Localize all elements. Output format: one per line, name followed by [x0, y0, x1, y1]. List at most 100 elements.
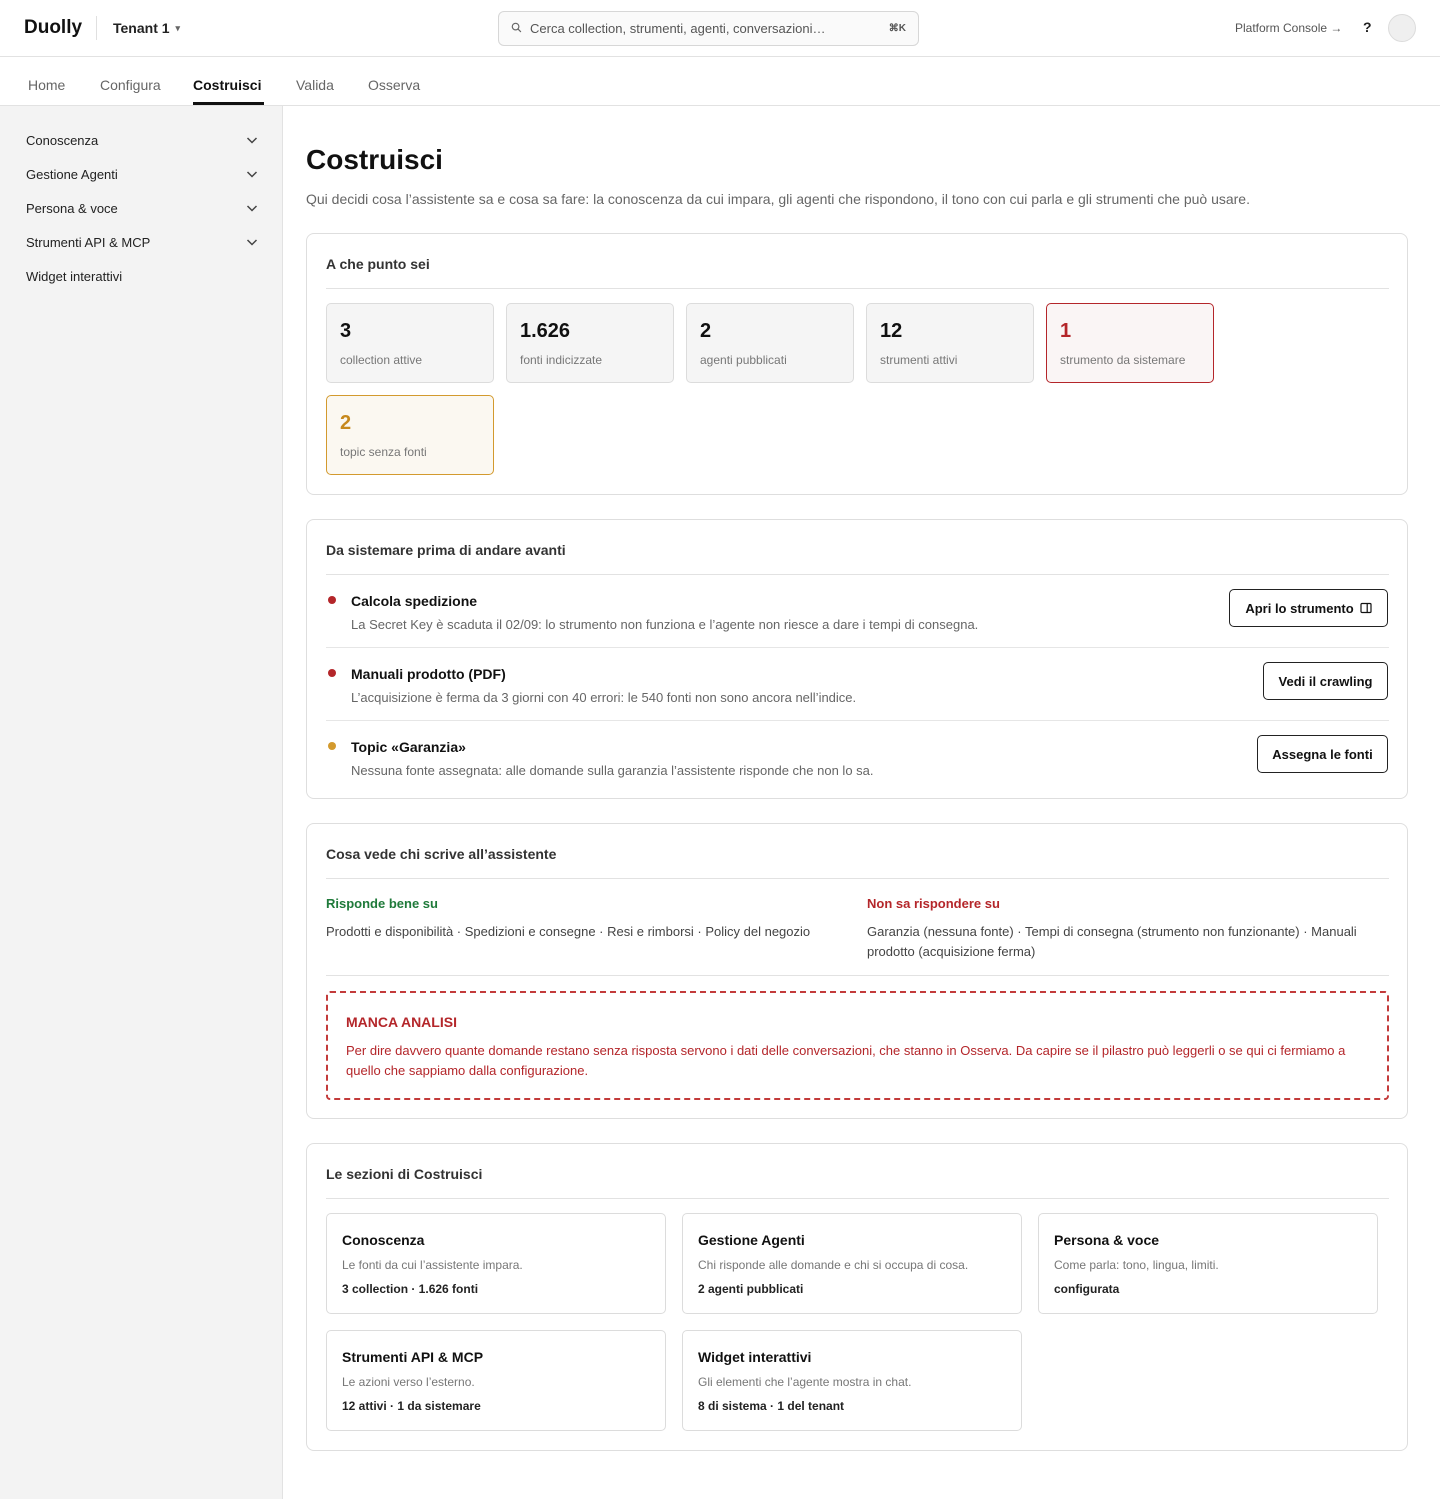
- stat-label: strumento da sistemare: [1060, 353, 1186, 367]
- main-tabs: Home Configura Costruisci Valida Osserva: [0, 57, 1440, 106]
- stat-collection: 3 collection attive: [326, 303, 494, 383]
- section-meta: 3 collection · 1.626 fonti: [342, 1282, 479, 1296]
- stat-label: strumenti attivi: [880, 353, 958, 367]
- stat-value: 3: [340, 320, 352, 342]
- stat-label: collection attive: [340, 353, 423, 367]
- search-shortcut: ⌘K: [888, 23, 906, 34]
- sidebar-item-persona-voce[interactable]: Persona & voce: [26, 197, 258, 219]
- severity-dot-red: [328, 596, 336, 604]
- sections-card: Le sezioni di Costruisci Conoscenza Le f…: [306, 1143, 1408, 1451]
- avatar[interactable]: [1388, 14, 1416, 42]
- section-desc: Gli elementi che l’agente mostra in chat…: [698, 1375, 912, 1389]
- bad-coverage-text: Garanzia (nessuna fonte) · Tempi di cons…: [867, 924, 1357, 959]
- stat-label: agenti pubblicati: [700, 353, 787, 367]
- card-title: Cosa vede chi scrive all’assistente: [326, 846, 557, 862]
- coverage-card: Cosa vede chi scrive all’assistente Risp…: [306, 823, 1408, 1119]
- sidebar-item-label: Widget interattivi: [26, 268, 123, 284]
- section-title: Gestione Agenti: [698, 1232, 805, 1248]
- side-panel-icon: [1360, 602, 1372, 614]
- chevron-down-icon: [246, 239, 258, 246]
- section-title: Conoscenza: [342, 1232, 425, 1248]
- button-label: Apri lo strumento: [1245, 600, 1354, 616]
- good-coverage-text: Prodotti e disponibilità · Spedizioni e …: [326, 924, 811, 939]
- search-icon: [511, 22, 522, 36]
- view-crawling-button[interactable]: Vedi il crawling: [1263, 662, 1388, 700]
- card-title: Le sezioni di Costruisci: [326, 1166, 483, 1182]
- section-desc: Le fonti da cui l’assistente impara.: [342, 1258, 523, 1272]
- status-card: A che punto sei 3 collection attive 1.62…: [306, 233, 1408, 495]
- section-desc: Come parla: tono, lingua, limiti.: [1054, 1258, 1219, 1272]
- assign-sources-button[interactable]: Assegna le fonti: [1257, 735, 1388, 773]
- section-conoscenza[interactable]: Conoscenza Le fonti da cui l’assistente …: [326, 1213, 666, 1314]
- stat-value: 12: [880, 320, 903, 342]
- section-widget[interactable]: Widget interattivi Gli elementi che l’ag…: [682, 1330, 1022, 1431]
- section-title: Widget interattivi: [698, 1349, 812, 1365]
- chevron-down-icon: ▾: [175, 22, 181, 33]
- tab-costruisci[interactable]: Costruisci: [193, 77, 261, 93]
- active-tab-indicator: [193, 102, 264, 105]
- section-desc: Chi risponde alle domande e chi si occup…: [698, 1258, 969, 1272]
- issues-card: Da sistemare prima di andare avanti Calc…: [306, 519, 1408, 799]
- tab-home[interactable]: Home: [28, 77, 65, 93]
- sidebar-item-gestione-agenti[interactable]: Gestione Agenti: [26, 163, 258, 185]
- page-title: Costruisci: [306, 144, 443, 175]
- top-bar: Duolly Tenant 1 ▾ ⌘K Platform Console → …: [0, 0, 1440, 57]
- stat-agenti: 2 agenti pubblicati: [686, 303, 854, 383]
- section-meta: 2 agenti pubblicati: [698, 1282, 804, 1296]
- sidebar-item-label: Strumenti API & MCP: [26, 234, 151, 250]
- divider: [326, 878, 1389, 879]
- tab-valida[interactable]: Valida: [296, 77, 334, 93]
- page-subtitle: Qui decidi cosa l’assistente sa e cosa s…: [306, 191, 1250, 207]
- card-title: Da sistemare prima di andare avanti: [326, 542, 566, 558]
- section-meta: 12 attivi · 1 da sistemare: [342, 1399, 481, 1413]
- divider: [326, 288, 1389, 289]
- missing-analysis-text: Per dire davvero quante domande restano …: [346, 1043, 1346, 1078]
- missing-analysis-title: MANCA ANALISI: [346, 1014, 457, 1030]
- section-strumenti-api[interactable]: Strumenti API & MCP Le azioni verso l’es…: [326, 1330, 666, 1431]
- tenant-name: Tenant 1: [113, 20, 170, 36]
- section-gestione-agenti[interactable]: Gestione Agenti Chi risponde alle domand…: [682, 1213, 1022, 1314]
- issue-title: Manuali prodotto (PDF): [351, 666, 506, 682]
- stat-topic-senza-fonti: 2 topic senza fonti: [326, 395, 494, 475]
- section-title: Strumenti API & MCP: [342, 1349, 484, 1365]
- platform-console-link[interactable]: Platform Console →: [1235, 21, 1342, 35]
- brand-logo[interactable]: Duolly: [24, 17, 82, 39]
- sidebar-item-widget[interactable]: Widget interattivi: [26, 265, 258, 287]
- section-desc: Le azioni verso l’esterno.: [342, 1375, 475, 1389]
- sidebar-item-label: Persona & voce: [26, 200, 118, 216]
- tab-configura[interactable]: Configura: [100, 77, 161, 93]
- stat-label: topic senza fonti: [340, 445, 427, 459]
- divider: [326, 720, 1389, 721]
- sidebar-item-strumenti-api[interactable]: Strumenti API & MCP: [26, 231, 258, 253]
- divider: [326, 647, 1389, 648]
- stat-label: fonti indicizzate: [520, 353, 603, 367]
- issue-title: Calcola spedizione: [351, 593, 478, 609]
- issue-desc: L’acquisizione è ferma da 3 giorni con 4…: [351, 690, 857, 705]
- stat-fonti: 1.626 fonti indicizzate: [506, 303, 674, 383]
- stat-value: 1: [1060, 320, 1072, 342]
- issue-desc: La Secret Key è scaduta il 02/09: lo str…: [351, 617, 979, 632]
- stat-value: 1.626: [520, 320, 571, 342]
- section-meta: configurata: [1054, 1282, 1120, 1296]
- severity-dot-amber: [328, 742, 336, 750]
- bad-coverage-heading: Non sa rispondere su: [867, 896, 1000, 911]
- tenant-switcher[interactable]: Tenant 1 ▾: [113, 20, 180, 36]
- divider: [326, 975, 1389, 976]
- card-title: A che punto sei: [326, 256, 430, 272]
- help-button[interactable]: ?: [1363, 19, 1372, 35]
- chevron-down-icon: [246, 137, 258, 144]
- stat-value: 2: [340, 412, 352, 434]
- sidebar-item-conoscenza[interactable]: Conoscenza: [26, 129, 258, 151]
- divider: [326, 1198, 1389, 1199]
- stat-strumenti: 12 strumenti attivi: [866, 303, 1034, 383]
- open-tool-button[interactable]: Apri lo strumento: [1229, 589, 1388, 627]
- good-coverage-heading: Risponde bene su: [326, 896, 438, 911]
- section-persona-voce[interactable]: Persona & voce Come parla: tono, lingua,…: [1038, 1213, 1378, 1314]
- brand-divider: [96, 16, 97, 40]
- tab-osserva[interactable]: Osserva: [368, 77, 420, 93]
- global-search[interactable]: ⌘K: [498, 11, 919, 46]
- stat-value: 2: [700, 320, 712, 342]
- chevron-down-icon: [246, 205, 258, 212]
- search-input[interactable]: [530, 21, 889, 36]
- issue-title: Topic «Garanzia»: [351, 739, 466, 755]
